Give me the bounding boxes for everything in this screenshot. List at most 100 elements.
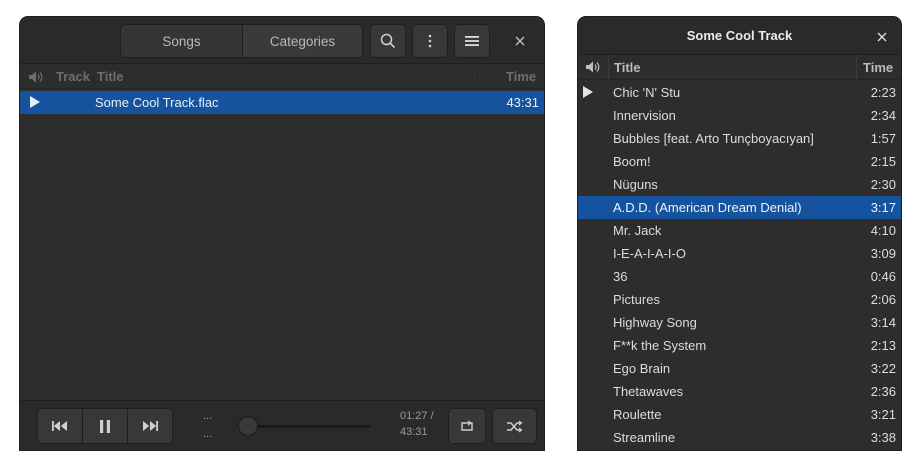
list-item[interactable]: Boom! 2:15 [578, 150, 901, 173]
track-title: 36 [613, 269, 628, 284]
play-icon [583, 86, 593, 98]
speaker-icon [586, 61, 600, 73]
list-item[interactable]: Chic 'N' Stu 2:23 [578, 81, 901, 104]
track-title: F**k the System [613, 338, 707, 353]
close-window-button[interactable] [508, 29, 532, 53]
track-time: 3:17 [870, 200, 896, 215]
list-item[interactable]: 36 0:46 [578, 265, 901, 288]
shuffle-icon [507, 420, 523, 432]
more-options-button[interactable] [412, 24, 448, 58]
column-time[interactable]: Time [506, 69, 536, 84]
list-item[interactable]: A.D.D. (American Dream Denial) 3:17 [578, 196, 901, 219]
track-time: 0:46 [870, 269, 896, 284]
next-icon [143, 421, 158, 431]
track-time: 3:09 [870, 246, 896, 261]
previous-icon [52, 421, 67, 431]
list-item[interactable]: Streamline 3:38 [578, 426, 901, 449]
header-bar: Songs Categories [20, 17, 544, 64]
track-title: Bubbles [feat. Arto Tunçboyacıyan] [613, 131, 814, 146]
close-icon [515, 36, 525, 46]
list-item[interactable]: Ego Brain 3:22 [578, 357, 901, 380]
track-time: 3:22 [870, 361, 896, 376]
track-time: 3:21 [870, 407, 896, 422]
song-title: Some Cool Track.flac [95, 95, 219, 110]
close-mini-button[interactable] [871, 26, 893, 48]
song-time: 43:31 [506, 95, 539, 110]
main-menu-button[interactable] [454, 24, 490, 58]
playback-bar: ... ... 01:27 / 43:31 [20, 400, 544, 450]
mini-column-time[interactable]: Time [863, 60, 893, 75]
mini-column-title[interactable]: Title [614, 60, 641, 75]
more-vertical-icon [428, 34, 432, 48]
seek-handle[interactable] [238, 416, 258, 436]
track-time: 3:14 [870, 315, 896, 330]
tab-categories[interactable]: Categories [242, 24, 363, 58]
track-title: Pictures [613, 292, 660, 307]
track-time: 2:36 [870, 384, 896, 399]
table-row-selected[interactable]: Some Cool Track.flac 43:31 [20, 91, 544, 114]
mini-column-header: Title Time [578, 55, 901, 80]
track-time: 2:15 [870, 154, 896, 169]
track-title: Innervision [613, 108, 676, 123]
list-item[interactable]: F**k the System 2:13 [578, 334, 901, 357]
track-title: Thetawaves [613, 384, 684, 399]
list-item[interactable]: Bubbles [feat. Arto Tunçboyacıyan] 1:57 [578, 127, 901, 150]
list-item[interactable]: Roulette 3:21 [578, 403, 901, 426]
pause-icon [100, 419, 110, 433]
mini-playlist-window: Some Cool Track Title Time Chic 'N' Stu 2… [578, 17, 901, 450]
list-item[interactable]: Mr. Jack 4:10 [578, 219, 901, 242]
hamburger-menu-icon [465, 36, 479, 46]
speaker-icon [29, 71, 43, 83]
track-title: Nüguns [613, 177, 658, 192]
window-title: Some Cool Track [686, 28, 793, 43]
column-header: Track Title Time [20, 65, 544, 89]
track-time: 2:06 [870, 292, 896, 307]
track-time: 2:13 [870, 338, 896, 353]
column-divider [608, 55, 609, 80]
repeat-icon [461, 420, 473, 431]
play-icon [30, 96, 40, 108]
list-item[interactable]: Pictures 2:06 [578, 288, 901, 311]
track-time: 2:23 [870, 85, 896, 100]
repeat-button[interactable] [448, 408, 486, 444]
list-item[interactable]: Highway Song 3:14 [578, 311, 901, 334]
track-title: Roulette [613, 407, 662, 422]
list-item[interactable]: I-E-A-I-A-I-O 3:09 [578, 242, 901, 265]
track-time: 2:30 [870, 177, 896, 192]
column-divider [477, 67, 478, 87]
elapsed-time: 01:27 / [400, 410, 434, 422]
now-playing-title: ... [203, 410, 213, 422]
list-item[interactable]: Nüguns 2:30 [578, 173, 901, 196]
track-title: Boom! [613, 154, 651, 169]
search-button[interactable] [370, 24, 406, 58]
column-track[interactable]: Track [56, 69, 90, 84]
now-playing-artist: ... [203, 428, 213, 440]
track-time: 3:38 [870, 430, 896, 445]
column-divider [93, 67, 94, 87]
tab-songs[interactable]: Songs [120, 24, 243, 58]
track-time: 1:57 [870, 131, 896, 146]
search-icon [380, 33, 396, 49]
previous-button[interactable] [37, 408, 83, 444]
seek-bar[interactable] [242, 425, 370, 428]
track-title: I-E-A-I-A-I-O [613, 246, 686, 261]
list-item[interactable]: Thetawaves 2:36 [578, 380, 901, 403]
track-title: Chic 'N' Stu [613, 85, 681, 100]
total-time: 43:31 [400, 426, 428, 438]
track-title: Highway Song [613, 315, 697, 330]
next-button[interactable] [127, 408, 173, 444]
pause-button[interactable] [82, 408, 128, 444]
track-time: 4:10 [870, 223, 896, 238]
track-title: Streamline [613, 430, 676, 445]
player-window: Songs Categories Track Title Time Some C… [20, 17, 544, 450]
track-title: Mr. Jack [613, 223, 662, 238]
mini-header-bar: Some Cool Track [578, 17, 901, 55]
track-time: 2:34 [870, 108, 896, 123]
track-list: Chic 'N' Stu 2:23 Innervision 2:34 Bubbles [… [578, 81, 901, 449]
track-title: A.D.D. (American Dream Denial) [613, 200, 802, 215]
shuffle-button[interactable] [492, 408, 537, 444]
close-icon [877, 32, 887, 42]
column-title[interactable]: Title [97, 69, 124, 84]
list-item[interactable]: Innervision 2:34 [578, 104, 901, 127]
column-divider [856, 55, 857, 80]
